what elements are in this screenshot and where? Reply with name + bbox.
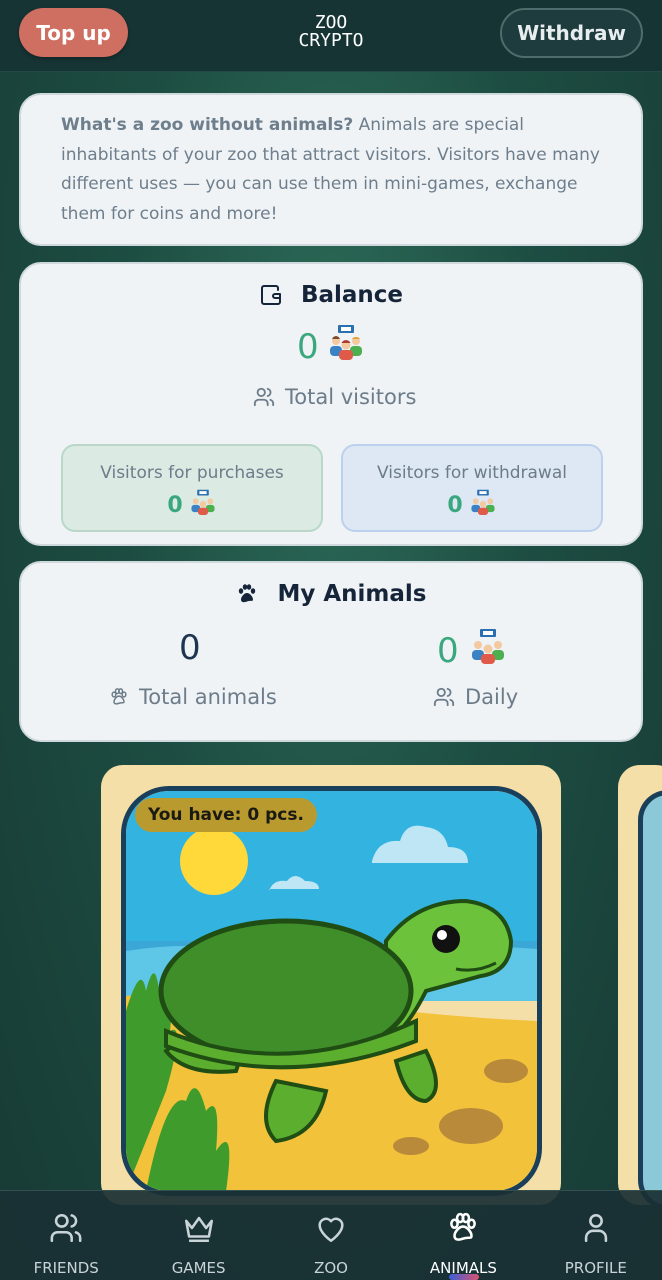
purchases-label: Visitors for purchases (100, 463, 284, 483)
total-visitors-value-row: 0 (297, 324, 365, 369)
visitors-icon (469, 489, 497, 521)
total-visitors-value: 0 (297, 326, 319, 367)
balance-title: Balance (21, 282, 641, 308)
visitors-icon (327, 324, 365, 369)
nav-friends-label: FRIENDS (33, 1259, 99, 1277)
intro-bold: What's a zoo without animals? (61, 115, 354, 135)
daily-label: Daily (465, 685, 519, 709)
logo: ZOO CRYPTO (281, 14, 381, 50)
visitors-for-withdrawal-box: Visitors for withdrawal 0 (341, 444, 603, 532)
next-animal-card[interactable] (618, 765, 662, 1210)
crown-icon (182, 1211, 216, 1245)
intro-text: What's a zoo without animals? Animals ar… (61, 111, 613, 229)
total-animals-label-row: Total animals (109, 685, 277, 709)
turtle-illustration (121, 786, 542, 1196)
owned-count-badge: You have: 0 pcs. (135, 798, 317, 832)
animal-card-turtle[interactable]: You have: 0 pcs. (101, 765, 561, 1205)
paw-icon (109, 687, 129, 707)
top-up-button[interactable]: Top up (19, 8, 128, 57)
visitors-icon (189, 489, 217, 521)
top-bar: Top up ZOO CRYPTO Withdraw (0, 0, 662, 72)
users-icon (433, 686, 455, 708)
wallet-icon (259, 283, 283, 307)
my-animals-title-text: My Animals (277, 581, 427, 607)
my-animals-card: My Animals 0 Total animals 0 Daily (19, 561, 643, 742)
total-visitors-label: Total visitors (285, 385, 417, 409)
visitors-for-purchases-box: Visitors for purchases 0 (61, 444, 323, 532)
purchases-value-row: 0 (63, 489, 321, 521)
withdrawal-value: 0 (447, 492, 463, 518)
nav-friends[interactable]: FRIENDS (0, 1191, 132, 1280)
daily-value: 0 (437, 630, 459, 671)
balance-title-text: Balance (300, 282, 404, 308)
paw-icon (235, 582, 259, 606)
withdraw-button[interactable]: Withdraw (500, 8, 643, 58)
balance-card: Balance 0 Total visitors Visitors for pu (19, 262, 643, 546)
heart-icon (314, 1211, 348, 1245)
paw-icon (446, 1211, 480, 1245)
nav-profile-label: PROFILE (564, 1259, 627, 1277)
intro-card: What's a zoo without animals? Animals ar… (19, 93, 643, 246)
user-icon (579, 1211, 613, 1245)
bottom-navigation: FRIENDS GAMES ZOO ANIMALS PROFILE (0, 1190, 662, 1280)
withdrawal-label: Visitors for withdrawal (377, 463, 567, 483)
nav-games[interactable]: GAMES (132, 1191, 264, 1280)
users-icon (253, 386, 275, 408)
total-animals-label: Total animals (139, 685, 277, 709)
nav-animals[interactable]: ANIMALS (397, 1191, 529, 1280)
my-animals-title: My Animals (21, 581, 641, 607)
active-tab-indicator (449, 1274, 479, 1280)
users-icon (49, 1211, 83, 1245)
nav-games-label: GAMES (171, 1259, 226, 1277)
daily-label-row: Daily (433, 685, 518, 709)
purchases-value: 0 (167, 492, 183, 518)
nav-zoo[interactable]: ZOO (265, 1191, 397, 1280)
daily-value-row: 0 (437, 628, 507, 673)
nav-zoo-label: ZOO (314, 1259, 348, 1277)
total-visitors-label-row: Total visitors (253, 385, 416, 409)
logo-line-2: CRYPTO (298, 30, 364, 51)
visitors-icon (469, 628, 507, 673)
total-animals-value: 0 (179, 628, 201, 668)
withdrawal-value-row: 0 (343, 489, 601, 521)
nav-profile[interactable]: PROFILE (530, 1191, 662, 1280)
